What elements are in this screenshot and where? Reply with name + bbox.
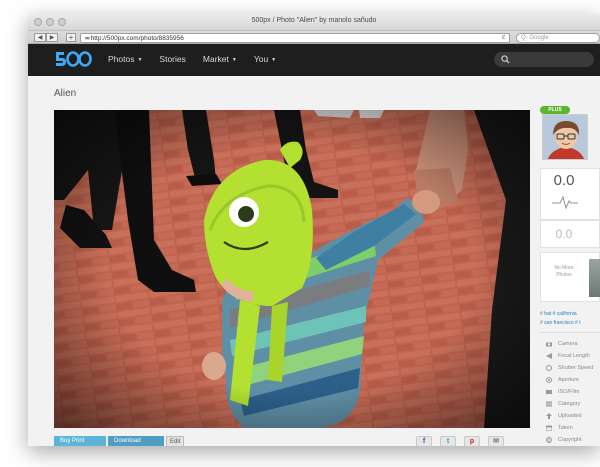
twitter-icon[interactable]: t <box>440 436 456 446</box>
category-icon <box>546 401 552 407</box>
search-icon <box>501 55 510 64</box>
mail-icon[interactable]: ✉ <box>488 436 504 446</box>
shutter-speed-icon <box>546 365 552 371</box>
download-button[interactable]: Download <box>108 436 164 446</box>
highest-pulse-panel: 0.0 <box>540 220 600 248</box>
detail-uploaded: Uploaded <box>546 410 600 422</box>
500px-logo[interactable]: 500 <box>54 49 92 69</box>
pinterest-icon[interactable]: p <box>464 436 480 446</box>
more-photos-panel: No More Photos <box>540 252 600 302</box>
aperture-icon <box>546 377 552 383</box>
photo-details: Camera Focal Length Shutter Speed Apertu… <box>546 338 600 446</box>
chevron-down-icon: ▼ <box>271 57 277 63</box>
buy-print-button[interactable]: Buy Print <box>54 436 106 446</box>
tag-list: # hat # california # san francisco # t <box>540 310 600 328</box>
upload-icon <box>546 413 552 419</box>
highest-pulse-value: 0.0 <box>555 227 573 241</box>
title-bar: 500px / Photo "Alien" by manolo sañudo <box>28 14 600 31</box>
facebook-icon[interactable]: f <box>416 436 432 446</box>
tag-link[interactable]: # hat <box>540 311 551 317</box>
url-text: http://500px.com/photo/8835956 <box>90 35 184 42</box>
avatar[interactable] <box>542 114 588 160</box>
photo-actions: Buy Print Download Edit f t p ✉ <box>54 434 530 446</box>
chevron-down-icon: ▼ <box>137 57 143 63</box>
detail-focal-length: Focal Length <box>546 350 600 362</box>
photo-image <box>54 110 530 428</box>
menu-you[interactable]: You ▼ <box>254 54 276 64</box>
chevron-down-icon: ▼ <box>231 57 237 63</box>
browser-toolbar: ◀ ▶ + ∞http://500px.com/photo/8835956 ℭ … <box>28 31 600 44</box>
detail-camera: Camera <box>546 338 600 350</box>
tag-link[interactable]: # t <box>575 320 581 326</box>
avatar-image <box>543 115 587 159</box>
focal-length-icon <box>546 353 552 359</box>
divider <box>540 332 600 333</box>
menu-photos[interactable]: Photos ▼ <box>108 54 142 64</box>
forward-button[interactable]: ▶ <box>46 33 58 42</box>
next-photo-thumbnail[interactable] <box>589 259 600 297</box>
iso-icon <box>546 390 552 394</box>
detail-aperture: Aperture <box>546 374 600 386</box>
site-navbar: 500 Photos▼ Stories Market▼ You▼ <box>28 44 600 76</box>
edit-button[interactable]: Edit <box>166 436 184 446</box>
reload-icon[interactable]: ℭ <box>502 34 506 43</box>
plus-badge: PLUS <box>540 106 570 114</box>
camera-icon <box>546 342 552 347</box>
back-button[interactable]: ◀ <box>34 33 46 42</box>
browser-window: 500px / Photo "Alien" by manolo sañudo ◀… <box>28 14 600 446</box>
main-menu: Photos ▼ Stories Market ▼ You ▼ <box>108 54 276 64</box>
browser-search-input[interactable]: Q- Google <box>516 33 600 43</box>
page-title: Alien <box>54 88 77 99</box>
detail-iso: ISO/Film <box>546 386 600 398</box>
site-icon: ∞ <box>85 35 90 42</box>
calendar-icon <box>546 425 552 431</box>
photo-sidebar: PLUS 0.0 0.0 No More Photos # hat # cali… <box>540 106 600 446</box>
copyright-icon <box>546 437 552 443</box>
history-buttons: ◀ ▶ <box>34 33 58 42</box>
detail-category: Category <box>546 398 600 410</box>
page-content: Alien Buy Print Download Edit f t p ✉ PL… <box>28 76 600 446</box>
detail-shutter-speed: Shutter Speed <box>546 362 600 374</box>
menu-market[interactable]: Market ▼ <box>203 54 237 64</box>
no-more-photos-label: No More Photos <box>554 265 574 278</box>
detail-taken: Taken <box>546 422 600 434</box>
main-photo[interactable] <box>54 110 530 428</box>
detail-copyright: Copyright <box>546 434 600 446</box>
pulse-value: 0.0 <box>553 172 575 189</box>
menu-stories[interactable]: Stories <box>159 54 185 64</box>
address-bar[interactable]: ∞http://500px.com/photo/8835956 ℭ <box>80 33 510 43</box>
tag-link[interactable]: # california <box>553 311 577 317</box>
pulse-panel: 0.0 <box>540 168 600 220</box>
new-tab-button[interactable]: + <box>66 33 76 42</box>
site-search-input[interactable] <box>494 52 594 67</box>
tag-link[interactable]: # san francisco <box>540 320 574 326</box>
window-title: 500px / Photo "Alien" by manolo sañudo <box>251 17 377 24</box>
author-card: PLUS <box>540 106 600 166</box>
pulse-icon <box>552 195 578 209</box>
